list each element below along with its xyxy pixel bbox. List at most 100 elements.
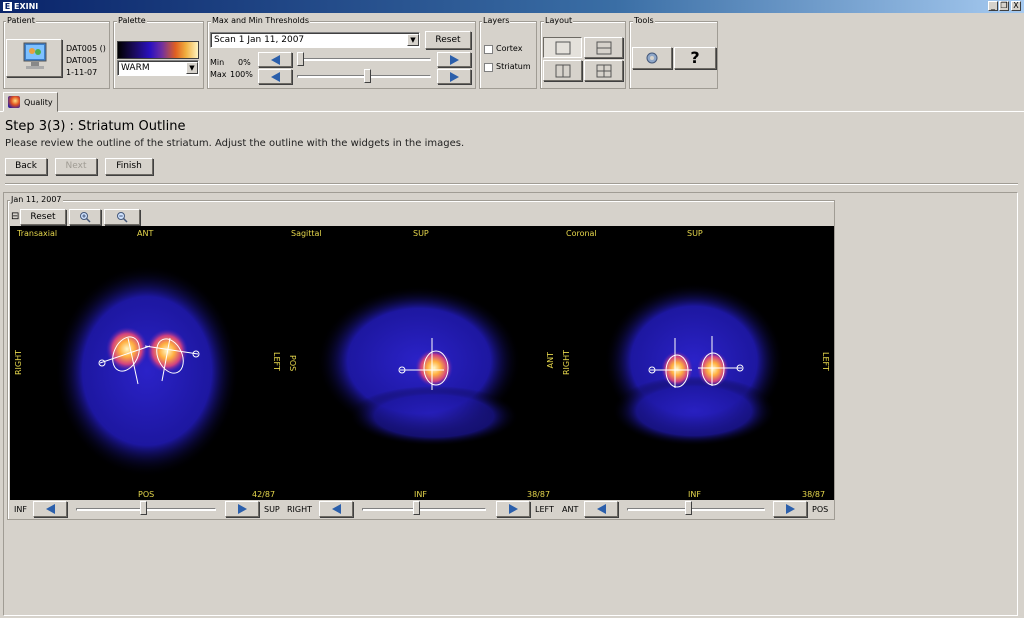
arrow-right-icon xyxy=(237,504,247,514)
transaxial-counter: 42/87 xyxy=(252,490,276,499)
tools-settings-button[interactable] xyxy=(632,47,672,69)
max-increase-button[interactable] xyxy=(437,69,471,84)
sagittal-view[interactable] xyxy=(284,226,558,500)
next-button[interactable]: Next xyxy=(55,158,97,175)
back-button[interactable]: Back xyxy=(5,158,47,175)
tools-group-label: Tools xyxy=(633,16,655,25)
coronal-left-label: RIGHT xyxy=(562,350,571,376)
transaxial-next-slice-button[interactable] xyxy=(225,501,259,517)
coronal-view[interactable] xyxy=(558,226,834,500)
min-decrease-button[interactable] xyxy=(258,52,292,67)
sagittal-ctrl-right-label: LEFT xyxy=(535,505,554,514)
transaxial-view-name: Transaxial xyxy=(17,229,58,238)
tab-quality-label: Quality xyxy=(24,97,53,107)
window-titlebar: E EXINI xyxy=(0,0,1024,13)
max-label: Max xyxy=(210,70,227,79)
window-title: EXINI xyxy=(14,2,39,11)
sagittal-left-label: POS xyxy=(288,355,297,372)
arrow-right-icon xyxy=(449,54,459,65)
sagittal-brain-image xyxy=(317,286,521,446)
sagittal-prev-slice-button[interactable] xyxy=(319,501,353,517)
step-description: Please review the outline of the striatu… xyxy=(5,138,465,149)
patient-id: DAT005 () xyxy=(66,44,106,53)
min-increase-button[interactable] xyxy=(437,52,471,67)
sagittal-next-slice-button[interactable] xyxy=(496,501,530,517)
zoom-out-icon xyxy=(117,212,128,223)
cortex-checkbox[interactable] xyxy=(484,45,493,54)
striatum-label: Striatum xyxy=(496,62,531,71)
min-label: Min xyxy=(210,58,225,67)
layout-single-icon xyxy=(555,41,570,55)
help-button[interactable]: ? xyxy=(674,47,716,69)
zoom-in-button[interactable] xyxy=(69,209,101,225)
transaxial-prev-slice-button[interactable] xyxy=(33,501,67,517)
viewer-reset-button[interactable]: Reset xyxy=(20,209,66,225)
transaxial-bottom-label: POS xyxy=(138,490,155,499)
cortex-label: Cortex xyxy=(496,44,523,53)
palette-dropdown-icon[interactable]: ▼ xyxy=(186,62,198,74)
coronal-brain-image xyxy=(604,283,784,446)
header-divider xyxy=(5,183,1018,184)
coronal-ctrl-left-label: ANT xyxy=(562,505,579,514)
sagittal-counter: 38/87 xyxy=(527,490,551,499)
min-threshold-slider[interactable] xyxy=(297,58,431,61)
arrow-right-icon xyxy=(785,504,795,514)
layout-horizontal-button[interactable] xyxy=(584,37,623,58)
quality-icon xyxy=(8,96,20,108)
layout-grid-button[interactable] xyxy=(584,60,623,81)
layout-grid-icon xyxy=(596,64,611,78)
transaxial-slice-thumb[interactable] xyxy=(139,501,147,515)
arrow-left-icon xyxy=(596,504,606,514)
patient-info: DAT005 () DAT005 1-11-07 xyxy=(66,43,106,79)
threshold-reset-button[interactable]: Reset xyxy=(425,31,471,49)
sagittal-bottom-label: INF xyxy=(414,490,427,499)
layout-vertical-split-icon xyxy=(555,64,570,78)
restore-button[interactable]: ❐ xyxy=(999,1,1009,11)
coronal-prev-slice-button[interactable] xyxy=(584,501,618,517)
layout-vertical-button[interactable] xyxy=(543,60,582,81)
scan-dropdown-icon[interactable]: ▼ xyxy=(407,34,419,46)
scan-select[interactable]: Scan 1 Jan 11, 2007 xyxy=(210,32,420,48)
min-slider-thumb[interactable] xyxy=(297,52,304,66)
close-button[interactable]: X xyxy=(1011,1,1021,11)
arrow-left-icon xyxy=(45,504,55,514)
transaxial-ctrl-left-label: INF xyxy=(14,505,27,514)
finish-button[interactable]: Finish xyxy=(105,158,153,175)
transaxial-left-label: RIGHT xyxy=(14,350,23,376)
coronal-next-slice-button[interactable] xyxy=(773,501,807,517)
max-decrease-button[interactable] xyxy=(258,69,292,84)
sagittal-slice-slider[interactable] xyxy=(362,508,486,511)
transaxial-view[interactable] xyxy=(10,226,284,500)
sagittal-view-name: Sagittal xyxy=(291,229,322,238)
arrow-left-icon xyxy=(270,71,280,82)
coronal-slice-thumb[interactable] xyxy=(684,501,692,515)
palette-selected-value: WARM xyxy=(121,63,150,73)
patient-monitor-icon xyxy=(23,42,47,69)
coronal-view-name: Coronal xyxy=(566,229,597,238)
tools-gear-icon xyxy=(646,52,658,64)
sagittal-ctrl-left-label: RIGHT xyxy=(287,505,313,514)
sagittal-right-label: ANT xyxy=(546,352,555,369)
patient-button[interactable] xyxy=(6,39,62,77)
coronal-ctrl-right-label: POS xyxy=(812,505,829,514)
layout-single-button[interactable] xyxy=(543,37,582,58)
scan-selected-value: Scan 1 Jan 11, 2007 xyxy=(214,35,305,45)
coronal-slice-slider[interactable] xyxy=(627,508,765,511)
patient-group-label: Patient xyxy=(6,16,36,25)
thresholds-group-label: Max and Min Thresholds xyxy=(211,16,311,25)
tab-quality[interactable]: Quality xyxy=(3,92,58,112)
collapse-icon[interactable]: ⊟ xyxy=(11,211,19,222)
max-slider-thumb[interactable] xyxy=(364,69,372,83)
zoom-in-icon xyxy=(80,212,91,223)
coronal-counter: 38/87 xyxy=(802,490,826,499)
zoom-out-button[interactable] xyxy=(104,209,140,225)
striatum-checkbox[interactable] xyxy=(484,63,493,72)
sagittal-top-label: SUP xyxy=(413,229,429,238)
scan-date-label: Jan 11, 2007 xyxy=(10,195,63,204)
sagittal-slice-thumb[interactable] xyxy=(413,501,421,515)
transaxial-ctrl-right-label: SUP xyxy=(264,505,280,514)
minimize-button[interactable]: _ xyxy=(988,1,998,11)
arrow-right-icon xyxy=(508,504,518,514)
transaxial-top-label: ANT xyxy=(137,229,154,238)
transaxial-brain-image xyxy=(55,265,239,477)
